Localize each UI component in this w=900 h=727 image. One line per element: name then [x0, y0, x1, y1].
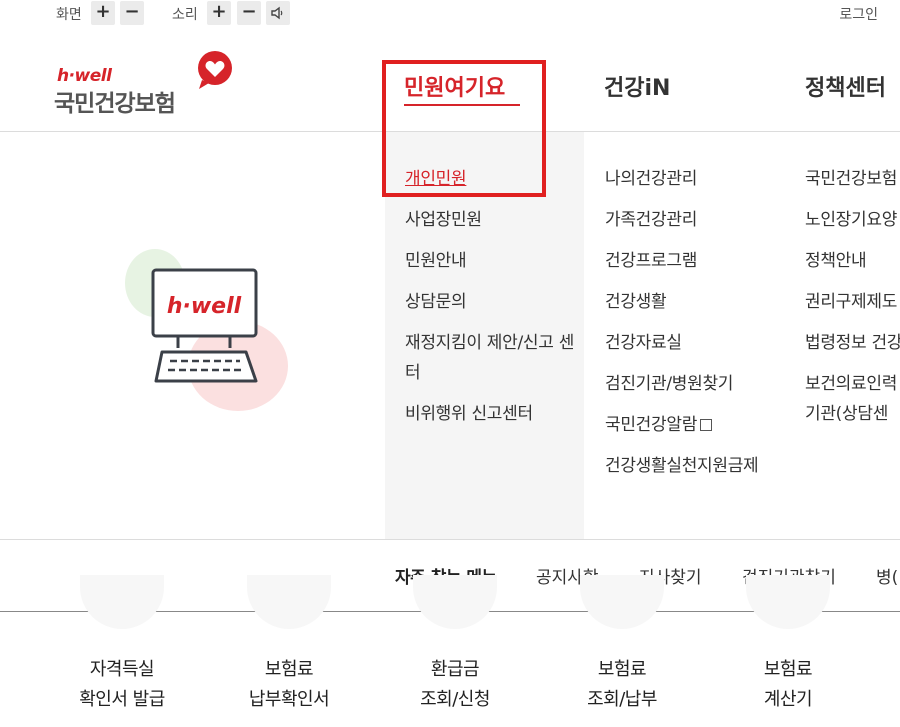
- menu-item-business[interactable]: 사업장민원: [405, 205, 575, 235]
- menu-item-finance-report[interactable]: 재정지킴이 제안/신고 센터: [405, 328, 575, 388]
- quick-label-line2: 조회/납부: [587, 689, 657, 710]
- menu-column-minwon: 개인민원 사업장민원 민원안내 상담문의 재정지킴이 제안/신고 센터 비위행위…: [405, 164, 575, 440]
- quick-icon-bg: [580, 575, 664, 629]
- volume-down-button[interactable]: −: [237, 1, 261, 25]
- menu-item-health-data[interactable]: 건강자료실: [605, 328, 775, 358]
- menu-item-policy-guide[interactable]: 정책안내: [805, 246, 900, 276]
- quick-menu-refund[interactable]: 환급금 조회/신청: [385, 655, 525, 715]
- health-alarm-label: 국민건강알람: [605, 415, 698, 435]
- highlight-annotation-box: [382, 60, 546, 197]
- quick-menu-calculator[interactable]: 보험료 계산기: [718, 655, 858, 715]
- menu-item-ltc[interactable]: 노인장기요양: [805, 205, 900, 235]
- quick-label-line1: 환급금: [430, 659, 480, 680]
- menu-item-misconduct-report[interactable]: 비위행위 신고센터: [405, 399, 575, 429]
- quick-icon-bg: [247, 575, 331, 629]
- volume-up-button[interactable]: +: [207, 1, 231, 25]
- quick-menu-payment-cert[interactable]: 보험료 납부확인서: [219, 655, 359, 715]
- logo-brand: h·well: [57, 66, 112, 86]
- menu-item-health-life[interactable]: 건강생활: [605, 287, 775, 317]
- menu-item-health-alarm[interactable]: 국민건강알람: [605, 410, 775, 440]
- menu-item-my-health[interactable]: 나의건강관리: [605, 164, 775, 194]
- screen-size-label: 화면: [56, 7, 82, 23]
- section-divider: [0, 539, 900, 540]
- illustration-brand-text: h·well: [167, 294, 242, 319]
- menu-item-family-health[interactable]: 가족건강관리: [605, 205, 775, 235]
- menu-item-consult[interactable]: 상담문의: [405, 287, 575, 317]
- quick-label-line2: 계산기: [763, 689, 813, 710]
- quick-label-line1: 자격득실: [89, 659, 155, 680]
- quick-menu-qualification[interactable]: 자격득실 확인서 발급: [52, 655, 192, 715]
- screen-zoom-in-button[interactable]: +: [91, 1, 115, 25]
- quick-label-line2: 확인서 발급: [79, 689, 165, 710]
- external-link-icon: [700, 419, 713, 431]
- quick-icon-bg: [746, 575, 830, 629]
- menu-item-medical-staff[interactable]: 보건의료인력 문기관(상담센: [805, 369, 900, 429]
- quick-icon-bg: [413, 575, 497, 629]
- computer-illustration-icon: h·well: [125, 249, 288, 411]
- quick-label-line1: 보험료: [597, 659, 647, 680]
- favorite-link-hospital[interactable]: 병(: [876, 563, 898, 588]
- menu-item-hospital-search[interactable]: 검진기관/병원찾기: [605, 369, 775, 399]
- menu-item-health-program[interactable]: 건강프로그램: [605, 246, 775, 276]
- menu-item-nhis[interactable]: 국민건강보험: [805, 164, 900, 194]
- quick-label-line2: 납부확인서: [248, 689, 330, 710]
- sound-label: 소리: [172, 7, 198, 23]
- site-logo[interactable]: h·well 국민건강보험: [54, 48, 254, 118]
- screen-zoom-out-button[interactable]: −: [120, 1, 144, 25]
- menu-item-guide[interactable]: 민원안내: [405, 246, 575, 276]
- menu-item-law[interactable]: 법령정보 건강: [805, 328, 900, 358]
- quick-label-line1: 보험료: [264, 659, 314, 680]
- quick-label-line2: 조회/신청: [420, 689, 490, 710]
- utility-bar: 화면 + − 소리 + − 로그인: [0, 0, 900, 28]
- quick-icon-bg: [80, 575, 164, 629]
- menu-item-rights[interactable]: 권리구제제도: [805, 287, 900, 317]
- logo-name: 국민건강보험: [54, 91, 176, 117]
- menu-column-policy: 국민건강보험 노인장기요양 정책안내 권리구제제도 법령정보 건강 보건의료인력…: [805, 164, 900, 440]
- quick-menu-premium-pay[interactable]: 보험료 조회/납부: [552, 655, 692, 715]
- login-link[interactable]: 로그인: [839, 4, 878, 24]
- gnb-policy-center[interactable]: 정책센터: [805, 70, 886, 102]
- gnb-health-in[interactable]: 건강iN: [604, 70, 670, 102]
- speaker-icon[interactable]: [266, 1, 290, 25]
- menu-item-health-incentive[interactable]: 건강생활실천지원금제: [605, 451, 775, 481]
- heart-logo-icon: [198, 51, 232, 89]
- menu-column-health: 나의건강관리 가족건강관리 건강프로그램 건강생활 건강자료실 검진기관/병원찾…: [605, 164, 775, 492]
- quick-label-line1: 보험료: [763, 659, 813, 680]
